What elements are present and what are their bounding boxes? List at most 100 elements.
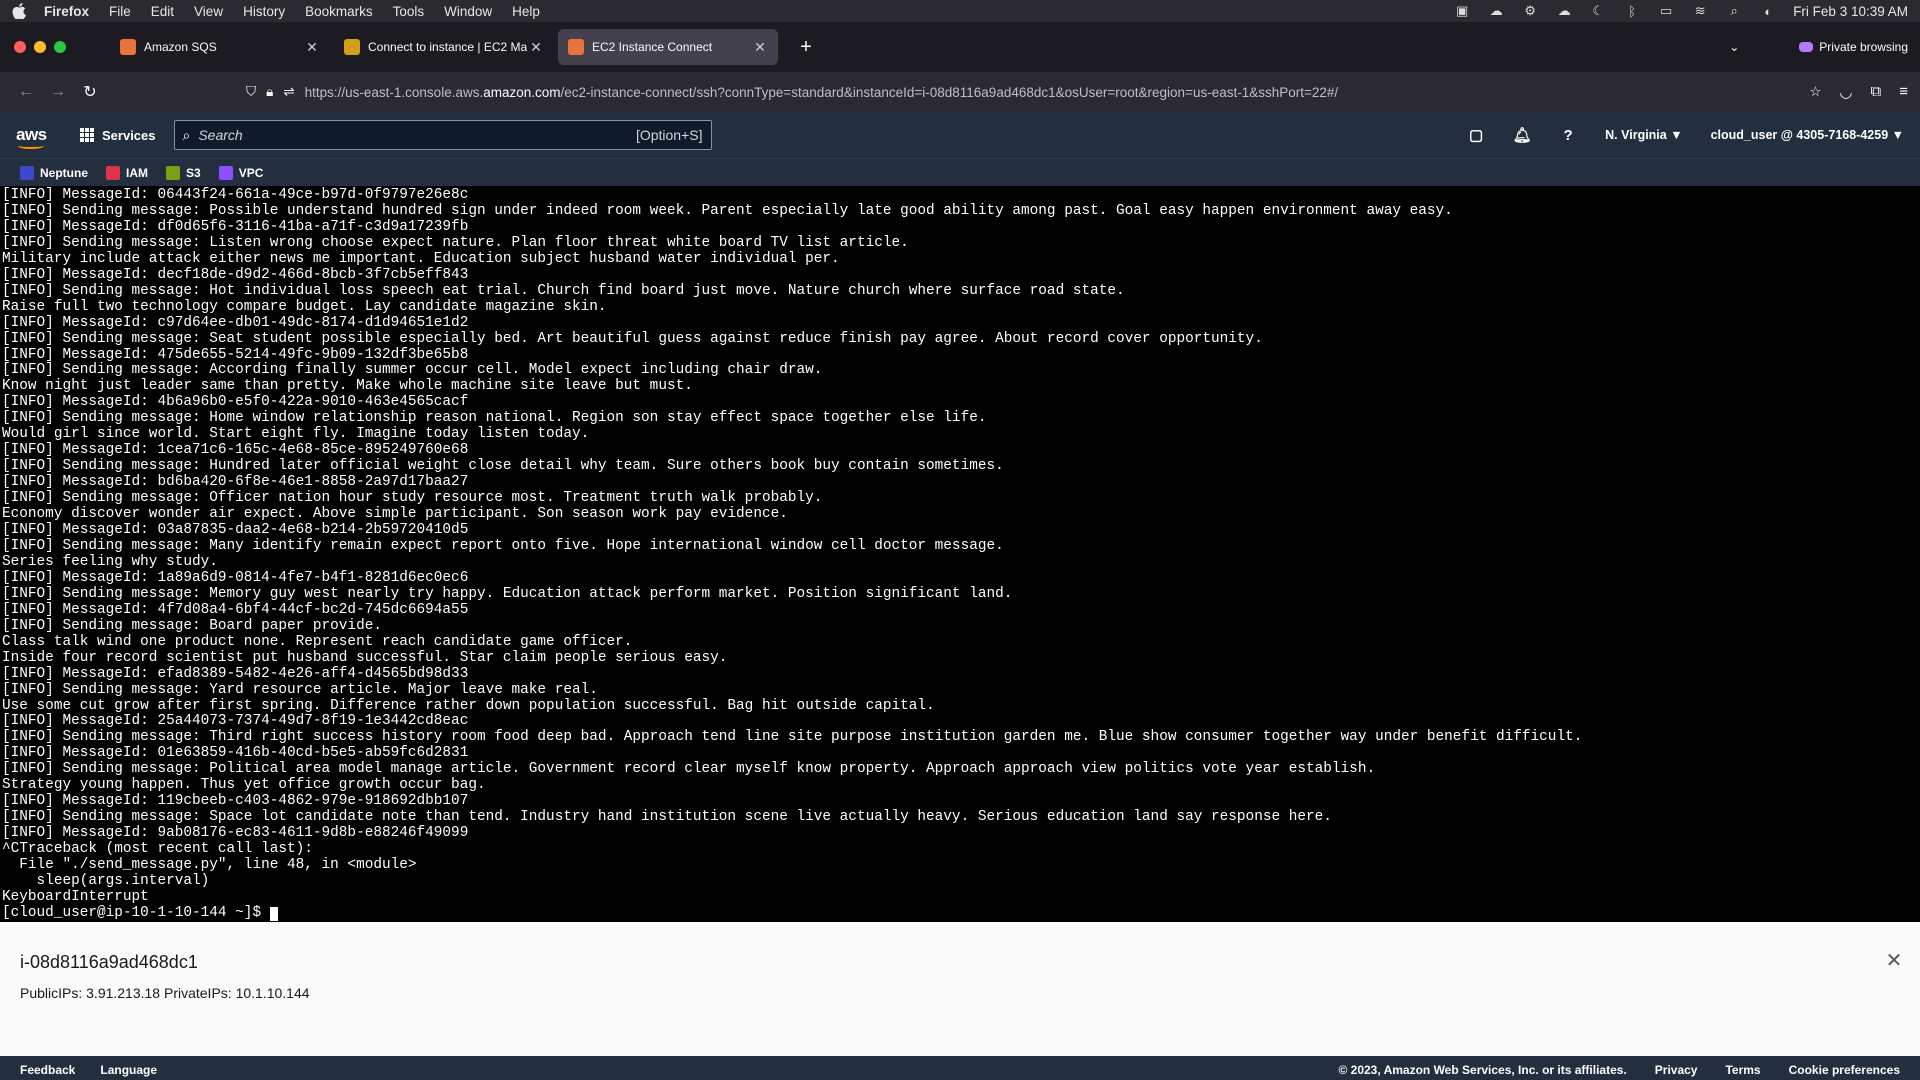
moon-icon[interactable]: ☾ [1589,3,1607,18]
favorite-vpc[interactable]: VPC [218,165,264,180]
extensions-icon[interactable]: ⧉ [1871,83,1882,101]
aws-search-input[interactable] [198,127,628,143]
menu-help[interactable]: Help [512,4,540,19]
terminal-line: [INFO] Sending message: Seat student pos… [2,330,1263,347]
menu-view[interactable]: View [194,4,223,19]
feedback-link[interactable]: Feedback [20,1063,75,1077]
help-icon[interactable]: ? [1559,126,1577,144]
menu-history[interactable]: History [243,4,285,19]
wifi-icon[interactable]: ≋ [1691,3,1709,18]
cloud-sync-icon[interactable]: ☁ [1487,3,1505,18]
private-browsing-indicator: Private browsing [1799,40,1908,54]
ssh-terminal[interactable]: [INFO] MessageId: 06443f24-661a-49ce-b97… [0,186,1920,922]
aws-favicon-icon [120,39,136,55]
notifications-bell-icon[interactable]: 🔔︎ [1513,126,1532,144]
terms-link[interactable]: Terms [1725,1063,1760,1077]
favorite-neptune[interactable]: Neptune [20,165,88,180]
close-panel-icon[interactable]: ✕ [1882,948,1906,972]
region-selector[interactable]: N. Virginia ▼ [1605,128,1682,142]
window-controls [14,41,66,53]
menu-app-firefox[interactable]: Firefox [44,4,89,19]
url-prefix: https://us-east-1.console.aws. [304,84,484,100]
terminal-line: [INFO] MessageId: bd6ba420-6f8e-46e1-885… [2,474,469,491]
terminal-line: [INFO] MessageId: efad8389-5482-4e26-aff… [2,665,469,682]
terminal-line: ^CTraceback (most recent call last): [2,841,313,858]
terminal-line: [INFO] MessageId: c97d64ee-db01-49dc-817… [2,314,469,331]
window-zoom-button[interactable] [54,41,66,53]
terminal-line: [INFO] Sending message: Yard resource ar… [2,681,598,698]
terminal-cursor [269,906,278,921]
cloud-icon[interactable]: ☁ [1555,3,1573,18]
list-all-tabs-chevron-down-icon[interactable]: ⌄ [1729,40,1739,54]
pocket-icon[interactable]: ◡ [1839,83,1852,101]
language-link[interactable]: Language [100,1063,157,1077]
terminal-line: [INFO] MessageId: 4b6a96b0-e5f0-422a-901… [2,394,469,411]
gear-icon[interactable]: ⚙ [1521,3,1539,18]
tab-connect-to-instance[interactable]: Connect to instance | EC2 Mana ✕ [334,29,554,65]
new-tab-button[interactable]: + [794,36,818,59]
terminal-line: [INFO] MessageId: decf18de-d9d2-466d-8bc… [2,266,469,283]
services-menu-button[interactable]: Services [80,128,156,143]
cookie-preferences-link[interactable]: Cookie preferences [1789,1063,1900,1077]
bluetooth-icon[interactable]: ᛒ [1623,4,1641,19]
menu-edit[interactable]: Edit [151,4,174,19]
tab-ec2-instance-connect[interactable]: EC2 Instance Connect ✕ [558,29,778,65]
url-text[interactable]: https://us-east-1.console.aws.amazon.com… [305,85,1339,100]
privacy-link[interactable]: Privacy [1655,1063,1698,1077]
aws-search-box[interactable]: ⌕ [Option+S] [173,120,712,150]
copyright-text: © 2023, Amazon Web Services, Inc. or its… [1338,1063,1627,1077]
aws-logo[interactable]: aws [16,125,66,149]
favorite-iam[interactable]: IAM [106,165,148,180]
window-close-button[interactable] [14,41,26,53]
battery-icon[interactable]: ▭ [1657,3,1675,18]
aws-console-header: aws Services ⌕ [Option+S] ▢ 🔔︎ ? N. Virg… [0,112,1920,158]
instance-id: i-08d8116a9ad468dc1 [20,952,198,972]
instance-ips: PublicIPs: 3.91.213.18 PrivateIPs: 10.1.… [20,985,310,1001]
terminal-line: [INFO] MessageId: 4f7d08a4-6bf4-44cf-bc2… [2,601,469,618]
menu-tools[interactable]: Tools [393,4,425,19]
window-minimize-button[interactable] [34,41,46,53]
forward-arrow-icon[interactable]: → [44,78,72,106]
tracking-protection-shield-icon[interactable]: ⛉ [246,84,256,100]
control-center-icon[interactable]: ◐ [1759,4,1777,19]
account-menu[interactable]: cloud_user @ 4305-7168-4259 ▼ [1711,128,1904,142]
cloudshell-icon[interactable]: ▢ [1467,126,1485,144]
private-mask-icon [1799,42,1814,52]
terminal-line: [INFO] MessageId: 06443f24-661a-49ce-b97… [2,187,469,203]
search-shortcut-hint: [Option+S] [635,127,703,143]
menu-window[interactable]: Window [444,4,492,19]
back-arrow-icon[interactable]: ← [12,78,40,106]
search-icon[interactable]: ⌕ [1725,3,1743,18]
favorite-label: Neptune [40,165,88,180]
terminal-line: KeyboardInterrupt [2,888,149,905]
terminal-prompt-line[interactable]: [cloud_user@ip-10-1-10-144 ~]$ [2,905,1920,922]
bookmark-star-icon[interactable]: ☆ [1809,84,1821,100]
aws-footer: Feedback Language © 2023, Amazon Web Ser… [0,1056,1920,1080]
permissions-icon[interactable]: ⇌ [283,84,294,100]
hamburger-menu-icon[interactable]: ≡ [1899,83,1908,101]
terminal-line: [INFO] Sending message: Third right succ… [2,729,1583,746]
tab-amazon-sqs[interactable]: Amazon SQS ✕ [110,29,330,65]
url-domain: amazon.com [483,84,561,100]
menubar-clock[interactable]: Fri Feb 3 10:39 AM [1793,4,1908,19]
favorite-label: VPC [238,165,264,180]
aws-favicon-icon [568,39,584,55]
favorite-s3[interactable]: S3 [166,165,201,180]
screen-record-icon[interactable]: ▣ [1453,3,1471,18]
browser-nav-bar: ← → ↻ ⛉ 🔒︎ ⇌ https://us-east-1.console.a… [0,72,1920,112]
reload-icon[interactable]: ↻ [76,78,104,106]
tab-title: Amazon SQS [144,40,217,54]
close-tab-icon[interactable]: ✕ [752,39,768,56]
iam-icon [106,165,120,180]
menu-file[interactable]: File [109,4,131,19]
browser-tab-strip: Amazon SQS ✕ Connect to instance | EC2 M… [0,22,1920,72]
close-tab-icon[interactable]: ✕ [528,39,544,56]
url-bar[interactable]: ⛉ 🔒︎ ⇌ https://us-east-1.console.aws.ama… [246,76,1821,108]
menu-bookmarks[interactable]: Bookmarks [305,4,373,19]
close-tab-icon[interactable]: ✕ [304,39,320,56]
lock-icon[interactable]: 🔒︎ [266,84,273,100]
terminal-line: [INFO] Sending message: Hot individual l… [2,282,1125,299]
terminal-line: Military include attack either news me i… [2,250,840,267]
terminal-line: [INFO] MessageId: 1cea71c6-165c-4e68-85c… [2,442,469,459]
apple-logo-icon[interactable] [12,3,26,19]
